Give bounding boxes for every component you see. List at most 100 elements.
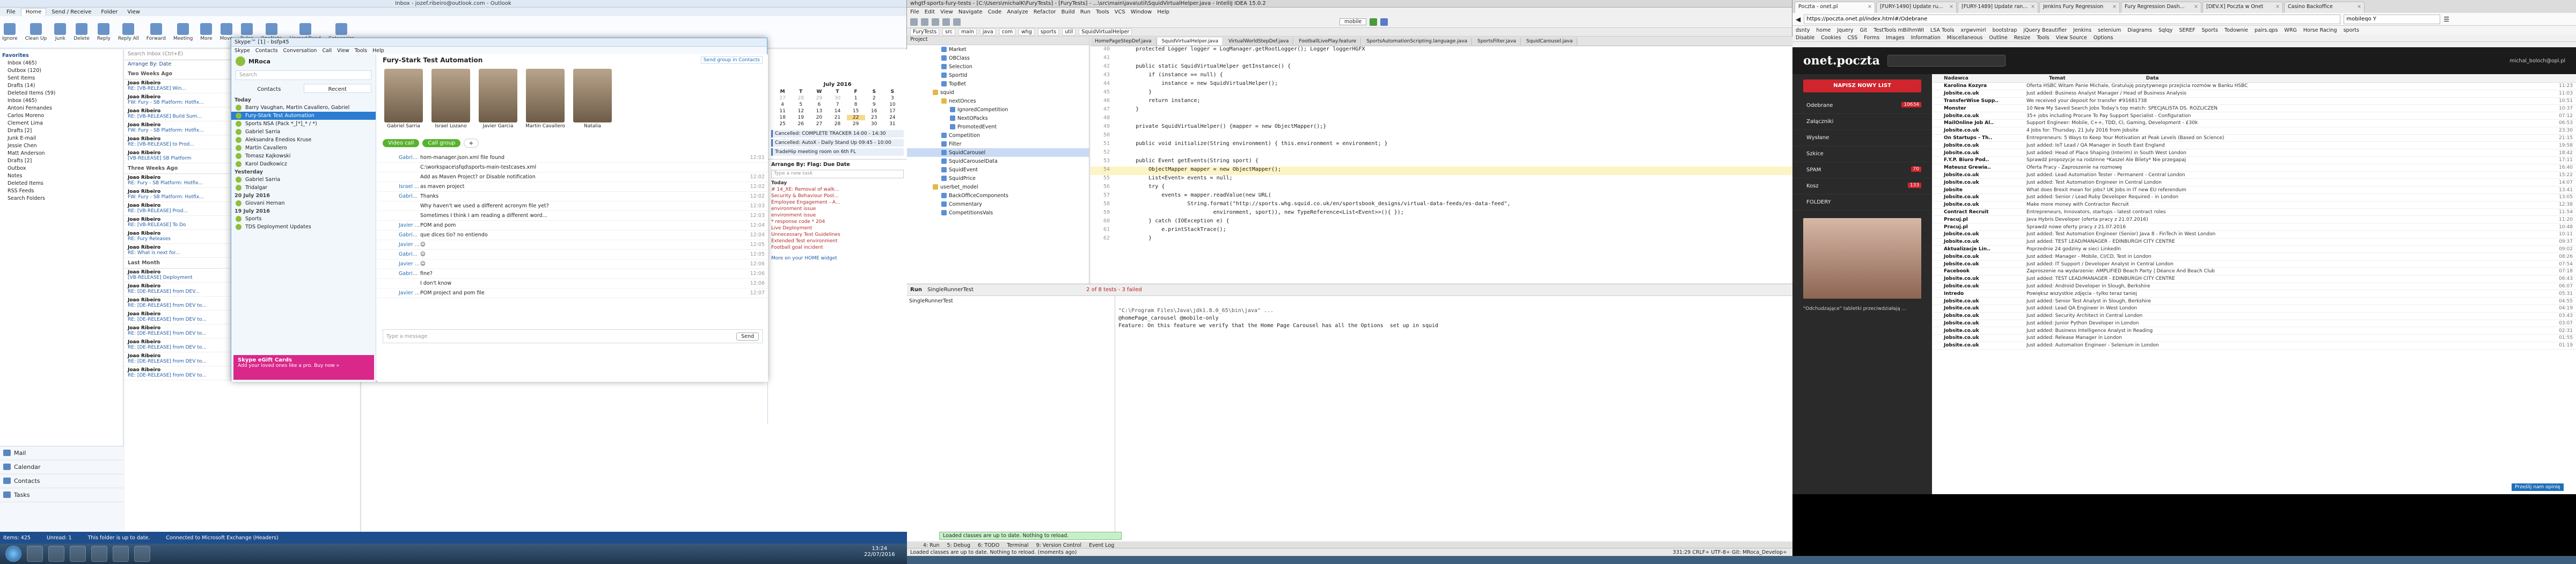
calendar-date[interactable]: 9: [865, 102, 883, 107]
code-line[interactable]: 60 } catch (IOException e) {: [1091, 218, 1792, 227]
participant[interactable]: Martin Cavallero: [524, 69, 566, 133]
test-root[interactable]: SingleRunnerTest: [909, 298, 1113, 304]
browser-tab[interactable]: [FURY-1489] Update ran...: [1958, 2, 2038, 13]
tree-node[interactable]: SportId: [907, 71, 1089, 79]
mail-row[interactable]: F.Y.P. Biuro Pod.. Sprawdź propozycje na …: [1933, 157, 2576, 164]
new-task-input[interactable]: Type a new task: [771, 170, 904, 178]
skype-contact[interactable]: Tomasz Kajkowski: [231, 152, 376, 160]
ide-menu-item[interactable]: Code: [988, 9, 1002, 15]
onet-search-input[interactable]: [1887, 55, 2006, 67]
code-line[interactable]: 58 String.format("http://sports.whg.squi…: [1091, 201, 1792, 209]
chat-message[interactable]: Gabriel Sarriahom-manager.json.xml file …: [377, 153, 768, 163]
mail-row[interactable]: Jobsite.co.uk Just added: Business Intell…: [1933, 327, 2576, 335]
calendar-date[interactable]: 21: [828, 115, 846, 120]
folder-item[interactable]: Inbox (465): [0, 97, 123, 104]
code-line[interactable]: 50: [1091, 132, 1792, 141]
mail-row[interactable]: Facebook Zaproszenie na wydarzenie: AMPLI…: [1933, 268, 2576, 276]
message-input[interactable]: Type a message Send: [383, 329, 763, 343]
chat-message[interactable]: Israel Lozanoas maven project 12:02: [377, 182, 768, 192]
tree-node[interactable]: Market: [907, 45, 1089, 54]
skype-contact[interactable]: Martin Cavallero: [231, 144, 376, 152]
task-item[interactable]: environment issue: [771, 206, 904, 212]
code-line[interactable]: 48: [1091, 115, 1792, 124]
mail-row[interactable]: Jobsite.co.uk Just added: Lead QA Enginee…: [1933, 305, 2576, 313]
folder-item[interactable]: Inbox (465): [0, 59, 123, 67]
reload-notification[interactable]: Loaded classes are up to date. Nothing t…: [939, 532, 1122, 540]
mail-row[interactable]: Pracuj.pl Java Hybris Developer (oferta p…: [1933, 216, 2576, 224]
folder-item[interactable]: Jessie Chen: [0, 142, 123, 149]
column-header[interactable]: Temat: [2049, 76, 2066, 81]
url-bar[interactable]: [1804, 14, 2341, 24]
folder-item[interactable]: Drafts (14): [0, 82, 123, 89]
browser-tab[interactable]: Jenkins Fury Regression: [2039, 2, 2120, 13]
code-editor[interactable]: 40 protected Logger logger = LogManager.…: [1091, 46, 1792, 284]
calendar-date[interactable]: 4: [773, 102, 792, 107]
run-console[interactable]: "C:\Program Files\Java\jdk1.8.0_65\bin\j…: [1116, 306, 1792, 542]
ad-caption[interactable]: "Odchudzające" tabletki przeciwdziałają …: [1803, 306, 1921, 312]
editor-tab[interactable]: FootballLivePlay.feature: [1294, 37, 1362, 45]
calendar-date[interactable]: 25: [773, 121, 792, 127]
bookmark[interactable]: selenium: [2098, 27, 2121, 33]
column-header[interactable]: Data: [2146, 76, 2159, 81]
calendar-date[interactable]: 29: [810, 96, 828, 101]
taskbar-outlook-icon[interactable]: [70, 546, 86, 562]
calendar-date[interactable]: 28: [792, 96, 810, 101]
mail-row[interactable]: Monster 10 New My Saved Search Jobs Today…: [1933, 105, 2576, 113]
nav-mail[interactable]: Mail: [0, 446, 123, 460]
bookmark[interactable]: home: [1816, 27, 1831, 33]
ide-menu-item[interactable]: Refactor: [1034, 9, 1056, 15]
bookmark[interactable]: jQuery Beautifier: [2023, 27, 2067, 33]
mail-row[interactable]: Jobsite.co.uk Just added: Business Analys…: [1933, 90, 2576, 98]
task-item[interactable]: Extended Test environment: [771, 238, 904, 244]
run-icon[interactable]: [1370, 18, 1378, 26]
bookmark[interactable]: sports: [2344, 27, 2359, 33]
chat-message[interactable]: Gabriel SarriaThanks 12:02: [377, 192, 768, 201]
mail-row[interactable]: Jobsite What does Brexit mean for jobs? U…: [1933, 186, 2576, 194]
ide-menu-item[interactable]: View: [940, 9, 953, 15]
ribbon-button[interactable]: Meeting: [173, 23, 193, 41]
skype-contact[interactable]: Fury-Stark Test Automation: [231, 112, 376, 120]
tree-node[interactable]: Filter: [907, 140, 1089, 148]
chat-message[interactable]: Javier GarciaPOM project and pom file 12:…: [377, 288, 768, 298]
calendar-date[interactable]: 28: [828, 121, 846, 127]
code-line[interactable]: 44 instance = new SquidVirtualHelper();: [1091, 81, 1792, 89]
ribbon-button[interactable]: Junk: [54, 23, 67, 41]
editor-tab[interactable]: SportsAutomationScripting.language.java: [1362, 37, 1472, 45]
ide-menu-item[interactable]: Help: [1157, 9, 1169, 15]
mail-row[interactable]: Jobsite.co.uk Just added: IT Support / De…: [1933, 261, 2576, 268]
redo-icon[interactable]: [953, 18, 961, 26]
mail-row[interactable]: Jobsite.co.uk Just added: IoT Lead / QA M…: [1933, 142, 2576, 150]
code-line[interactable]: 45 }: [1091, 89, 1792, 98]
ad-image[interactable]: [1803, 218, 1921, 299]
calendar-date[interactable]: 8: [847, 102, 865, 107]
devbar-menu[interactable]: View Source: [2056, 35, 2087, 41]
task-item[interactable]: Football goal incident: [771, 245, 904, 250]
bookmark[interactable]: LSA Tools: [1930, 27, 1954, 33]
folder-item[interactable]: Sent Items: [0, 74, 123, 82]
browser-tab[interactable]: [FURY-1490] Update ru...: [1876, 2, 1957, 13]
folder-item[interactable]: Search Folders: [0, 194, 123, 202]
calendar-date[interactable]: 19: [792, 115, 810, 120]
skype-contact[interactable]: Aleksandra Enedios Kruse: [231, 136, 376, 144]
calendar-date[interactable]: 17: [883, 109, 902, 114]
mail-row[interactable]: Jobsite.co.uk Just added: Test Automation…: [1933, 231, 2576, 238]
breadcrumb-item[interactable]: com: [999, 28, 1015, 35]
bookmark[interactable]: Git: [1860, 27, 1868, 33]
undo-icon[interactable]: [942, 18, 950, 26]
bookmark[interactable]: WRG: [2284, 27, 2296, 33]
skype-contact[interactable]: Tridalgar: [231, 184, 376, 192]
video-call-button[interactable]: Video call: [383, 139, 420, 147]
code-line[interactable]: 59 environment, sport)), new TypeReferen…: [1091, 209, 1792, 218]
skype-contact[interactable]: Giovani Hernan: [231, 199, 376, 207]
calendar-date[interactable]: 22: [846, 115, 865, 120]
mail-row[interactable]: Jobsite.co.uk Just added: Manager - Mobil…: [1933, 253, 2576, 261]
tool-window-button[interactable]: Terminal: [1007, 543, 1028, 548]
tree-node[interactable]: PromotedEvent: [907, 122, 1089, 131]
calendar-date[interactable]: 15: [847, 109, 865, 114]
bookmark[interactable]: Todownie: [2224, 27, 2248, 33]
taskbar-skype-icon[interactable]: [91, 546, 107, 562]
chat-message[interactable]: Why haven't we used a different acronym …: [377, 201, 768, 211]
devbar-menu[interactable]: Images: [1886, 35, 1905, 41]
bookmark[interactable]: Jquery: [1837, 27, 1853, 33]
onet-folder[interactable]: FOLDERY: [1792, 194, 1932, 211]
